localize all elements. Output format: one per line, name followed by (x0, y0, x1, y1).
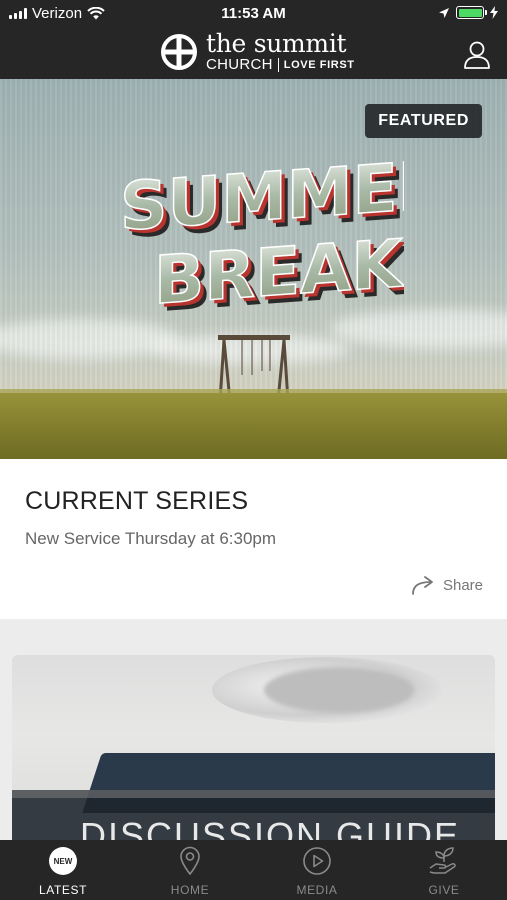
brand-subline: CHURCH LOVE FIRST (206, 57, 355, 73)
tab-latest-label: LATEST (38, 883, 88, 897)
share-arrow-icon (412, 576, 433, 595)
current-series-card[interactable]: CURRENT SERIES New Service Thursday at 6… (0, 459, 507, 619)
status-bar: Verizon 11:53 AM (0, 0, 507, 28)
coffee-cup-inner (264, 667, 414, 713)
profile-icon[interactable] (463, 40, 491, 70)
brand-logo: the summit CHURCH LOVE FIRST (160, 31, 355, 73)
tab-media-label: MEDIA (296, 883, 338, 897)
tab-home[interactable]: HOME (127, 840, 253, 900)
location-pin-icon (180, 846, 200, 876)
tab-give-icon-wrap (381, 840, 507, 874)
series-title: CURRENT SERIES (25, 487, 249, 515)
tab-media-icon-wrap (254, 840, 380, 875)
tab-media[interactable]: MEDIA (254, 840, 380, 900)
featured-hero-image[interactable]: SUMMER SUMMER SUMMER BREAK BREAK BREAK F… (0, 79, 507, 459)
brand-church: CHURCH (206, 56, 273, 73)
brand-wordmark: the summit CHURCH LOVE FIRST (206, 31, 355, 73)
featured-badge: FEATURED (365, 104, 482, 138)
tab-latest-icon-wrap: NEW (0, 840, 126, 875)
play-circle-icon (303, 847, 331, 875)
brand-divider (277, 58, 279, 72)
top-bar: Verizon 11:53 AM the summit CHURCH LOVE … (0, 0, 507, 79)
summer-break-title-art: SUMMER SUMMER SUMMER BREAK BREAK BREAK (119, 145, 404, 327)
new-badge-icon: NEW (49, 847, 77, 875)
discussion-guide-card[interactable]: DISCUSSION GUIDE (12, 655, 495, 855)
charging-bolt-icon (490, 6, 498, 19)
status-time: 11:53 AM (221, 5, 286, 22)
tab-give-label: GIVE (428, 883, 460, 897)
share-label: Share (442, 576, 483, 594)
battery-icon (456, 6, 487, 19)
share-button[interactable]: Share (411, 575, 483, 595)
tab-latest[interactable]: NEW LATEST (0, 840, 126, 900)
brand-tagline: LOVE FIRST (283, 59, 355, 71)
tab-give[interactable]: GIVE (381, 840, 507, 900)
location-arrow-icon (439, 7, 449, 18)
series-subtitle: New Service Thursday at 6:30pm (25, 529, 277, 548)
brand-name: the summit (206, 29, 347, 58)
tab-home-icon-wrap (127, 840, 253, 876)
hand-plant-icon (429, 847, 456, 874)
cross-circle-logo-icon (161, 34, 197, 70)
grass-field (0, 393, 507, 459)
status-right-group (438, 6, 498, 19)
bottom-tab-bar: NEW LATEST HOME MEDIA GIVE (0, 840, 507, 900)
tab-home-label: HOME (170, 883, 210, 897)
